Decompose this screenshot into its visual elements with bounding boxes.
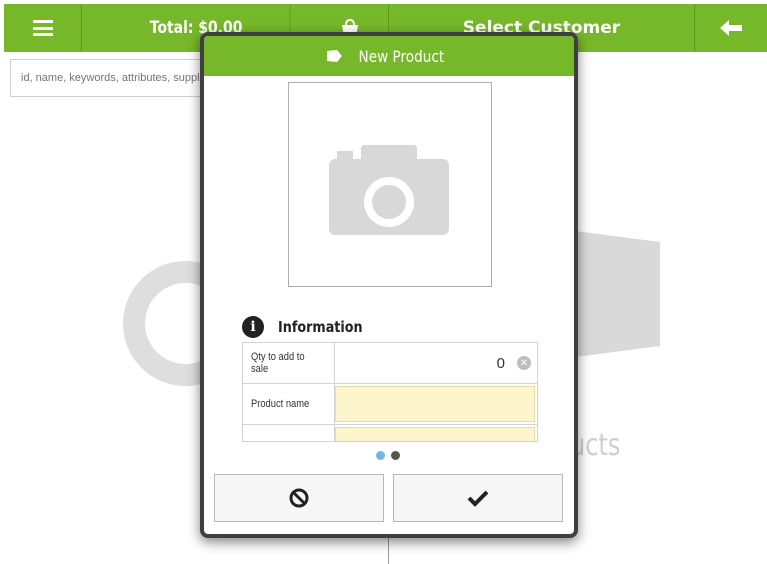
product-form: Qty to add to sale 0 ✕ Product name [242,342,538,442]
qty-label: Qty to add to sale [251,351,305,375]
ban-icon [289,488,309,508]
clear-icon[interactable]: ✕ [517,356,531,370]
form-row-product-name: Product name [243,384,537,425]
dialog-header: New Product [204,36,574,76]
hamburger-icon [32,20,53,36]
arrow-left-icon [720,20,742,36]
information-section-header: i Information [242,316,378,338]
product-photo-picker[interactable] [288,82,492,287]
checkmark-icon [467,490,489,507]
form-row-extra [243,425,537,441]
confirm-button[interactable] [393,474,563,522]
camera-icon [329,145,449,235]
new-product-dialog: New Product i Information Qty to add to … [200,32,578,538]
product-name-field[interactable] [335,386,535,422]
section-title: Information [278,318,363,336]
dialog-title: New Product [358,46,444,66]
qty-value: 0 [496,354,505,372]
cancel-button[interactable] [214,474,384,522]
tag-icon [326,50,342,62]
menu-button[interactable] [4,4,82,52]
page-dot-1[interactable] [376,451,385,460]
search-input[interactable] [10,59,230,97]
back-button[interactable] [695,4,767,52]
field-label: Qty to add to sale [243,343,335,383]
extra-field[interactable] [335,427,535,441]
product-name-label: Product name [251,398,310,410]
field-label [243,425,335,441]
page-indicator [376,451,400,460]
qty-field[interactable]: 0 ✕ [335,343,537,383]
form-row-qty: Qty to add to sale 0 ✕ [243,343,537,384]
info-icon: i [242,316,264,338]
page-dot-2[interactable] [391,451,400,460]
field-label: Product name [243,384,335,424]
